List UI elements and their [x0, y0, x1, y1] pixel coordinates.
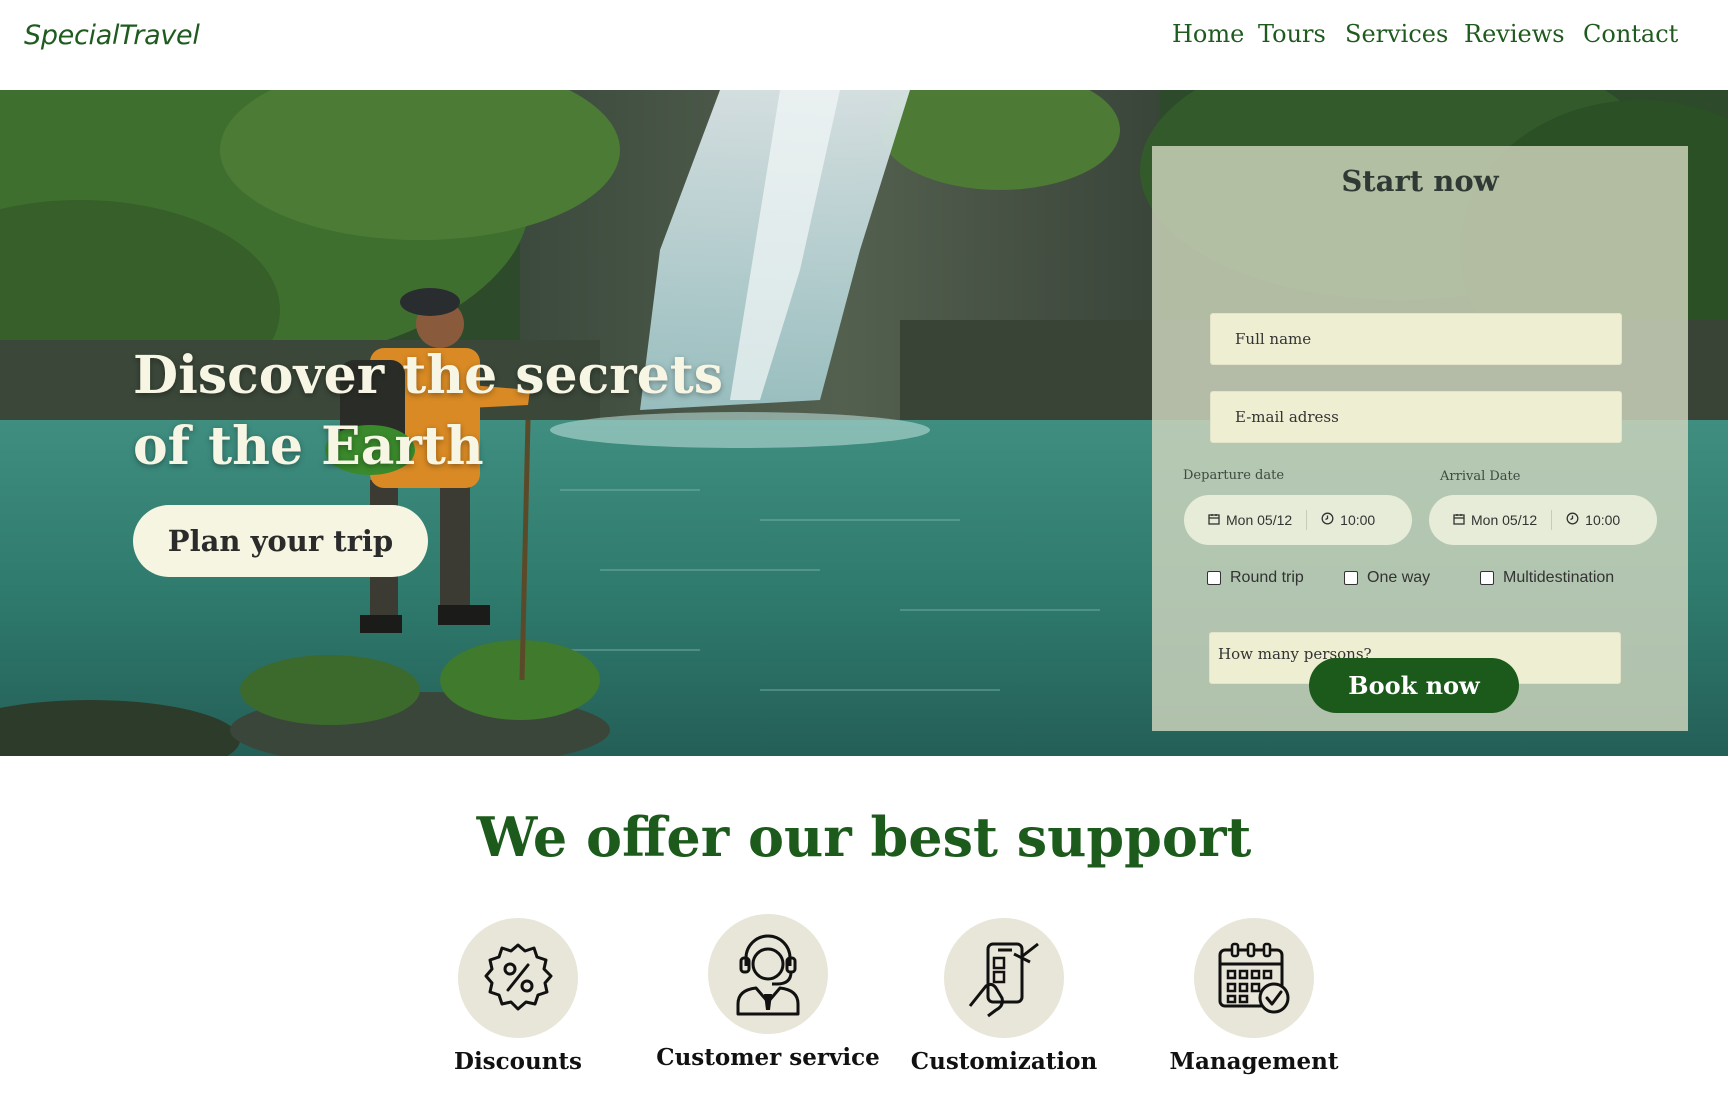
- booking-panel: Start now Full name E-mail adress Depart…: [1152, 146, 1688, 731]
- departure-date-value: Mon 05/12: [1226, 512, 1293, 528]
- divider: [1551, 510, 1553, 530]
- nav-reviews[interactable]: Reviews: [1464, 20, 1565, 48]
- arrival-time-field[interactable]: 10:00: [1566, 512, 1620, 528]
- arrival-date-field[interactable]: Mon 05/12: [1453, 512, 1537, 528]
- calendar-check-icon: [1194, 918, 1314, 1038]
- discount-badge-icon: [458, 918, 578, 1038]
- one-way-checkbox[interactable]: [1344, 571, 1358, 585]
- clock-icon: [1321, 512, 1334, 528]
- hero-title-line2: of the Earth: [133, 416, 484, 477]
- plan-trip-button[interactable]: Plan your trip: [133, 505, 428, 577]
- feature-management: Management: [1164, 918, 1344, 1075]
- departure-time-value: 10:00: [1340, 512, 1376, 528]
- round-trip-checkbox[interactable]: [1207, 571, 1221, 585]
- site-header: SpecialTravel Home Tours Services Review…: [0, 0, 1728, 90]
- feature-label-customization: Customization: [910, 1048, 1098, 1075]
- round-trip-label: Round trip: [1230, 569, 1304, 586]
- feature-customization: Customization: [910, 918, 1098, 1075]
- headset-agent-icon: [708, 914, 828, 1034]
- book-now-button[interactable]: Book now: [1309, 658, 1519, 713]
- feature-label-discounts: Discounts: [454, 1048, 582, 1075]
- booking-title: Start now: [1341, 164, 1499, 198]
- feature-discounts: Discounts: [454, 918, 582, 1075]
- nav-tours[interactable]: Tours: [1258, 20, 1326, 48]
- departure-date-label: Departure date: [1183, 468, 1285, 483]
- support-title: We offer our best support: [476, 805, 1252, 869]
- one-way-option[interactable]: One way: [1344, 569, 1430, 587]
- email-placeholder: E-mail adress: [1235, 408, 1339, 426]
- hero-title: Discover the secrets of the Earth: [133, 340, 733, 482]
- departure-datetime-picker: Mon 05/12 10:00: [1184, 495, 1412, 545]
- departure-date-field[interactable]: Mon 05/12: [1208, 512, 1292, 528]
- site-logo[interactable]: SpecialTravel: [24, 20, 200, 51]
- feature-label-management: Management: [1169, 1048, 1339, 1075]
- nav-contact[interactable]: Contact: [1583, 20, 1678, 48]
- feature-label-customer-service: Customer service: [656, 1044, 880, 1071]
- feature-customer-service: Customer service: [656, 914, 880, 1071]
- calendar-icon: [1208, 512, 1220, 528]
- nav-services[interactable]: Services: [1345, 20, 1448, 48]
- arrival-datetime-picker: Mon 05/12 10:00: [1429, 495, 1657, 545]
- full-name-input[interactable]: Full name: [1210, 313, 1622, 365]
- arrival-date-value: Mon 05/12: [1471, 512, 1538, 528]
- multidestination-label: Multidestination: [1503, 569, 1615, 586]
- full-name-placeholder: Full name: [1235, 330, 1312, 348]
- nav-home[interactable]: Home: [1172, 20, 1244, 48]
- round-trip-option[interactable]: Round trip: [1207, 569, 1304, 587]
- clock-icon: [1566, 512, 1579, 528]
- divider: [1306, 510, 1308, 530]
- one-way-label: One way: [1367, 569, 1431, 586]
- email-input[interactable]: E-mail adress: [1210, 391, 1622, 443]
- departure-time-field[interactable]: 10:00: [1321, 512, 1375, 528]
- arrival-date-label: Arrival Date: [1440, 469, 1521, 484]
- multidestination-checkbox[interactable]: [1480, 571, 1494, 585]
- multidestination-option[interactable]: Multidestination: [1480, 569, 1614, 587]
- hero-section: Discover the secrets of the Earth Plan y…: [0, 90, 1728, 756]
- arrival-time-value: 10:00: [1585, 512, 1621, 528]
- hero-title-line1: Discover the secrets: [133, 345, 724, 406]
- calendar-icon: [1453, 512, 1465, 528]
- mobile-edit-icon: [944, 918, 1064, 1038]
